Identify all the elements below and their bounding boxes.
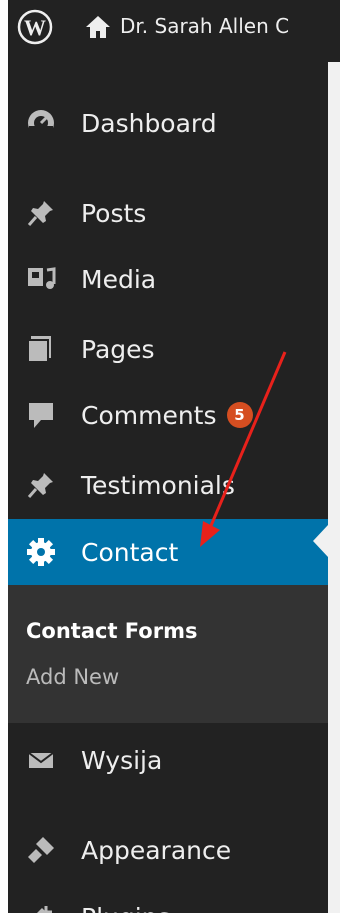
- sidebar-item-plugins[interactable]: Plugins: [8, 884, 328, 913]
- sidebar-item-media[interactable]: Media: [8, 246, 328, 312]
- comments-count-badge: 5: [226, 402, 253, 428]
- sidebar-item-posts[interactable]: Posts: [8, 180, 328, 246]
- sidebar-item-label: Comments: [81, 400, 217, 430]
- contact-submenu: Contact Forms Add New: [8, 585, 328, 723]
- sidebar-item-label: Pages: [81, 334, 155, 364]
- sidebar-item-appearance[interactable]: Appearance: [8, 817, 328, 883]
- active-menu-pointer: [313, 525, 328, 557]
- sidebar-item-contact[interactable]: Contact: [8, 519, 328, 585]
- sidebar-item-label: Wysija: [81, 745, 163, 775]
- pages-icon: [23, 331, 59, 367]
- pushpin-icon: [23, 467, 59, 503]
- sidebar-item-dashboard[interactable]: Dashboard: [8, 90, 328, 156]
- sidebar-item-label: Dashboard: [81, 108, 217, 138]
- brush-icon: [23, 832, 59, 868]
- submenu-item-add-new[interactable]: Add New: [26, 665, 119, 689]
- sidebar-item-testimonials[interactable]: Testimonials: [8, 452, 328, 518]
- wordpress-logo-icon[interactable]: W: [16, 8, 54, 50]
- sidebar-item-label: Appearance: [81, 835, 232, 865]
- content-area: [328, 62, 340, 913]
- dashboard-icon: [23, 105, 59, 141]
- media-icon: [23, 261, 59, 297]
- svg-text:W: W: [24, 15, 46, 40]
- site-name-link[interactable]: Dr. Sarah Allen C: [120, 14, 289, 38]
- sidebar-item-label: Media: [81, 264, 157, 294]
- plug-icon: [23, 899, 59, 913]
- sidebar-item-label: Posts: [81, 198, 147, 228]
- pushpin-icon: [23, 195, 59, 231]
- sidebar-item-label: Testimonials: [81, 470, 235, 500]
- submenu-item-contact-forms[interactable]: Contact Forms: [26, 619, 197, 643]
- comment-icon: [23, 397, 59, 433]
- admin-bar: W Dr. Sarah Allen C: [8, 0, 340, 62]
- admin-sidebar-menu: Dashboard Posts Media Pages Comments 5 T…: [8, 62, 328, 913]
- envelope-icon: [23, 742, 59, 778]
- sidebar-item-label: Contact: [81, 537, 179, 567]
- gear-icon: [23, 534, 59, 570]
- home-icon[interactable]: [84, 14, 112, 44]
- sidebar-item-comments[interactable]: Comments 5: [8, 382, 328, 448]
- sidebar-item-pages[interactable]: Pages: [8, 316, 328, 382]
- sidebar-item-wysija[interactable]: Wysija: [8, 727, 328, 793]
- sidebar-item-label: Plugins: [81, 903, 171, 913]
